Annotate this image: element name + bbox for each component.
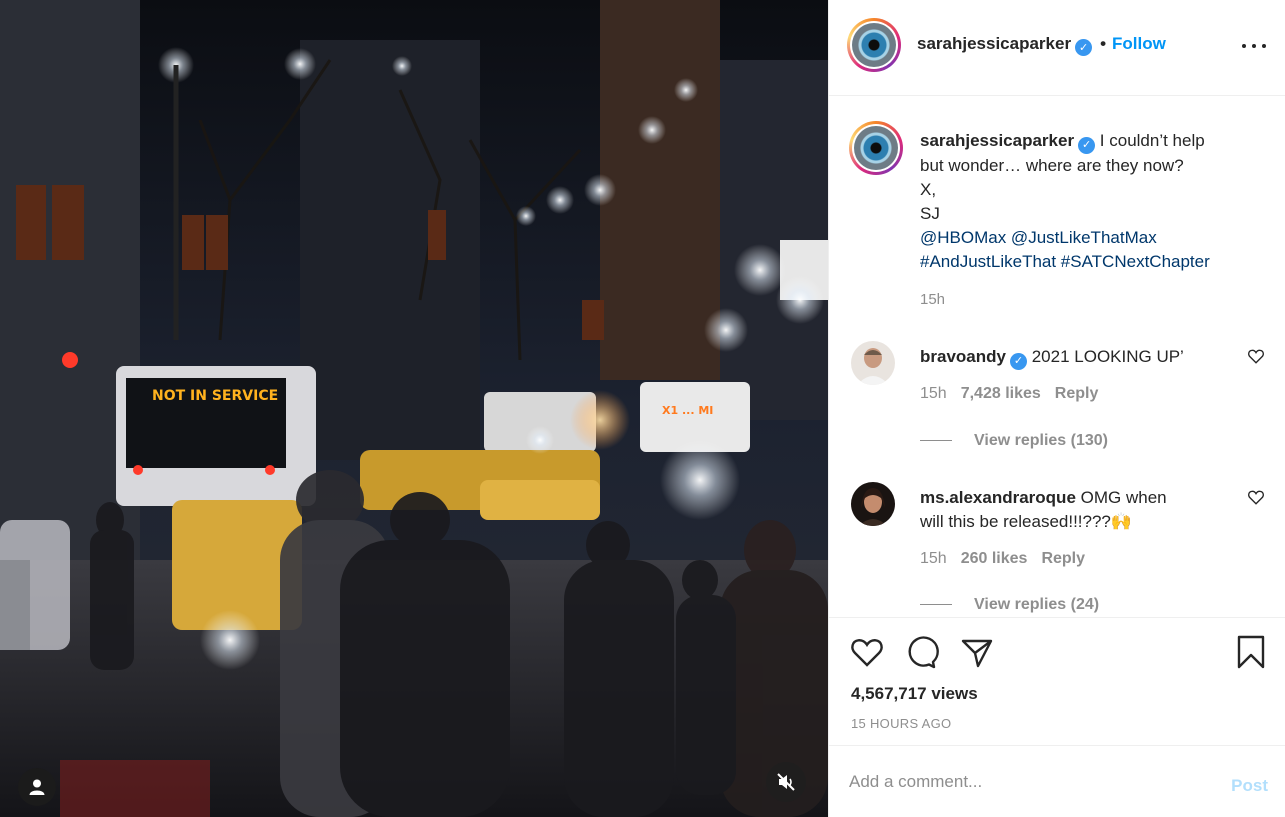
comment-likes[interactable]: 260 likes: [961, 550, 1028, 567]
bookmark-icon[interactable]: [1233, 634, 1269, 670]
like-comment-heart-icon[interactable]: [1247, 347, 1265, 365]
post-actions: 4,567,717 views 15 HOURS AGO: [829, 617, 1285, 745]
commenter-username[interactable]: bravoandy: [920, 347, 1006, 366]
speaker-muted-icon: [777, 773, 795, 791]
alexandraroque-avatar-image: [851, 482, 895, 526]
comment-body-line-2: will this be released!!!???🙌: [920, 512, 1133, 531]
caption-hashtags[interactable]: #AndJustLikeThat #SATCNextChapter: [920, 252, 1210, 271]
verified-badge-icon: ✓: [1075, 39, 1093, 56]
eye-avatar-image: [854, 126, 898, 170]
view-replies-button[interactable]: View replies (130): [920, 432, 1108, 450]
comment-body-line-1: OMG when: [1080, 488, 1167, 507]
post-details-panel: sarahjessicaparker ✓ • Follow sarahjessicap…: [828, 0, 1285, 817]
replies-divider: [920, 604, 952, 606]
post-header: sarahjessicaparker ✓ • Follow: [829, 0, 1285, 96]
comment-input[interactable]: [849, 768, 1209, 796]
like-comment-heart-icon[interactable]: [1247, 488, 1265, 506]
reply-button[interactable]: Reply: [1055, 385, 1099, 402]
comment-icon[interactable]: [903, 634, 939, 670]
replies-divider: [920, 440, 952, 442]
comment-meta: 15h 7,428 likes Reply: [920, 385, 1098, 403]
view-replies-label: View replies (130): [974, 432, 1108, 449]
caption-timestamp[interactable]: 15h: [920, 288, 1260, 312]
comment-likes[interactable]: 7,428 likes: [961, 385, 1041, 402]
view-replies-button[interactable]: View replies (24): [920, 596, 1099, 614]
comment-item: bravoandy ✓ 2021 LOOKING UP’ 15h 7,428 lik…: [849, 341, 1269, 461]
view-count[interactable]: 4,567,717 views: [851, 684, 978, 704]
post-media-video[interactable]: NOT IN SERVICE X1 ... MI: [0, 0, 828, 817]
caption-line-4: SJ: [920, 203, 940, 223]
caption-line-1: I couldn’t help: [1099, 131, 1205, 150]
verified-badge-icon: ✓: [1078, 136, 1096, 154]
mute-toggle-button[interactable]: [766, 762, 806, 802]
caption-author-avatar[interactable]: [849, 121, 903, 175]
user-icon: [29, 779, 45, 795]
bus-sign-text: NOT IN SERVICE: [152, 388, 278, 404]
author-username[interactable]: sarahjessicaparker: [917, 34, 1071, 53]
post-comment-button[interactable]: Post: [1231, 776, 1268, 796]
caption-username[interactable]: sarahjessicaparker: [920, 131, 1074, 150]
commenter-username[interactable]: ms.alexandraroque: [920, 488, 1076, 507]
tagged-users-button[interactable]: [18, 768, 56, 806]
comment-text: ms.alexandraroque OMG when will this be …: [920, 486, 1220, 534]
bravoandy-avatar-image: [851, 341, 895, 385]
reply-button[interactable]: Reply: [1041, 550, 1085, 567]
commenter-avatar[interactable]: [851, 482, 895, 526]
eye-avatar-image: [852, 23, 896, 67]
separator-dot: •: [1100, 34, 1107, 53]
commenter-avatar[interactable]: [851, 341, 895, 385]
comment-timestamp[interactable]: 15h: [920, 550, 947, 567]
caption-text: sarahjessicaparker ✓ I couldn’t help but …: [920, 129, 1260, 312]
comment-item: ms.alexandraroque OMG when will this be …: [849, 482, 1269, 617]
comment-body: 2021 LOOKING UP’: [1031, 347, 1184, 366]
caption-mentions[interactable]: @HBOMax @JustLikeThatMax: [920, 228, 1157, 247]
add-comment-form: Post: [829, 745, 1285, 817]
author-avatar[interactable]: [847, 18, 901, 72]
follow-button[interactable]: Follow: [1112, 34, 1166, 53]
heart-icon[interactable]: [849, 634, 885, 670]
comment-timestamp[interactable]: 15h: [920, 385, 947, 402]
caption-line-3: X,: [920, 179, 937, 199]
author-line: sarahjessicaparker ✓ • Follow: [917, 34, 1166, 56]
verified-badge-icon: ✓: [1009, 352, 1027, 370]
view-replies-label: View replies (24): [974, 596, 1100, 613]
post-date[interactable]: 15 HOURS AGO: [851, 716, 951, 731]
city-street-video-frame: NOT IN SERVICE X1 ... MI: [0, 0, 828, 817]
comments-list[interactable]: sarahjessicaparker ✓ I couldn’t help but …: [829, 97, 1285, 617]
share-icon[interactable]: [959, 634, 995, 670]
svg-text:X1 ... MI: X1 ... MI: [662, 404, 713, 417]
more-options-icon[interactable]: [1242, 36, 1266, 56]
comment-text: bravoandy ✓ 2021 LOOKING UP’: [920, 345, 1220, 370]
comment-meta: 15h 260 likes Reply: [920, 550, 1085, 568]
caption-line-2: but wonder… where are they now?: [920, 155, 1184, 175]
